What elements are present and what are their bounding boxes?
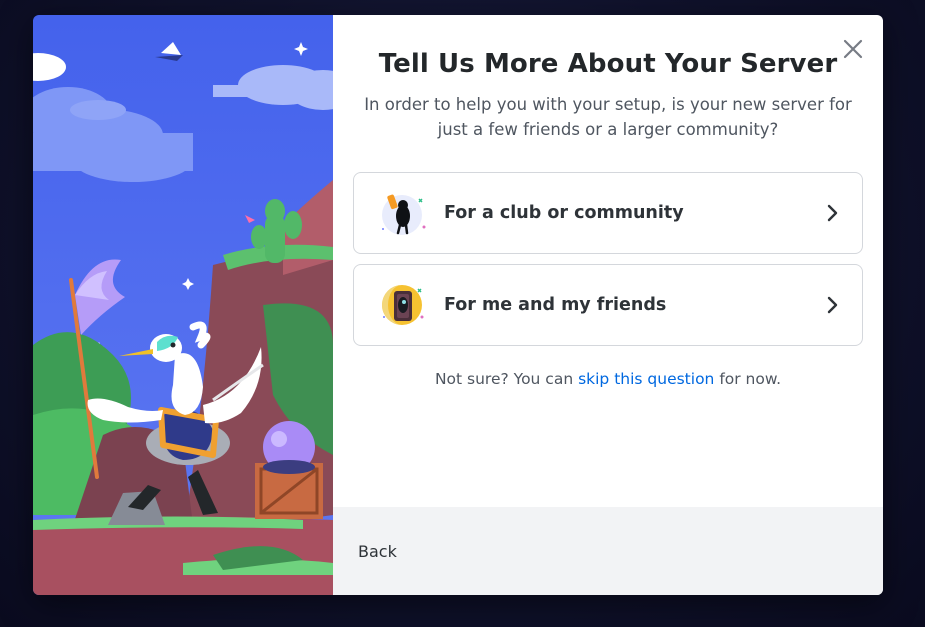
option-club-community-label: For a club or community [444,203,684,223]
chevron-right-icon [827,296,838,314]
close-icon [843,39,863,59]
club-community-icon [380,189,428,237]
helper-prefix: Not sure? You can [434,370,579,388]
modal-subtitle: In order to help you with your setup, is… [364,95,852,139]
modal-title: Tell Us More About Your Server [378,49,838,79]
back-button[interactable]: Back [358,542,397,561]
option-club-community-button[interactable]: For a club or community [353,172,863,254]
close-button[interactable] [841,37,865,61]
option-me-friends-label: For me and my friends [444,295,667,315]
server-setup-modal: Tell Us More About Your Server In order … [33,15,883,595]
skip-question-link[interactable]: skip this question [578,370,714,388]
helper-text: Not sure? You can skip this question for… [353,370,863,388]
friends-icon [380,281,428,329]
option-me-friends-button[interactable]: For me and my friends [353,264,863,346]
helper-suffix: for now. [714,370,782,388]
server-type-options: For a club or community For me and my fr… [353,172,863,346]
chevron-right-icon [827,204,838,222]
modal-footer: Back [333,507,883,595]
setup-panel: Tell Us More About Your Server In order … [333,15,883,595]
panel-content: Tell Us More About Your Server In order … [333,15,883,507]
hero-illustration [33,15,333,595]
